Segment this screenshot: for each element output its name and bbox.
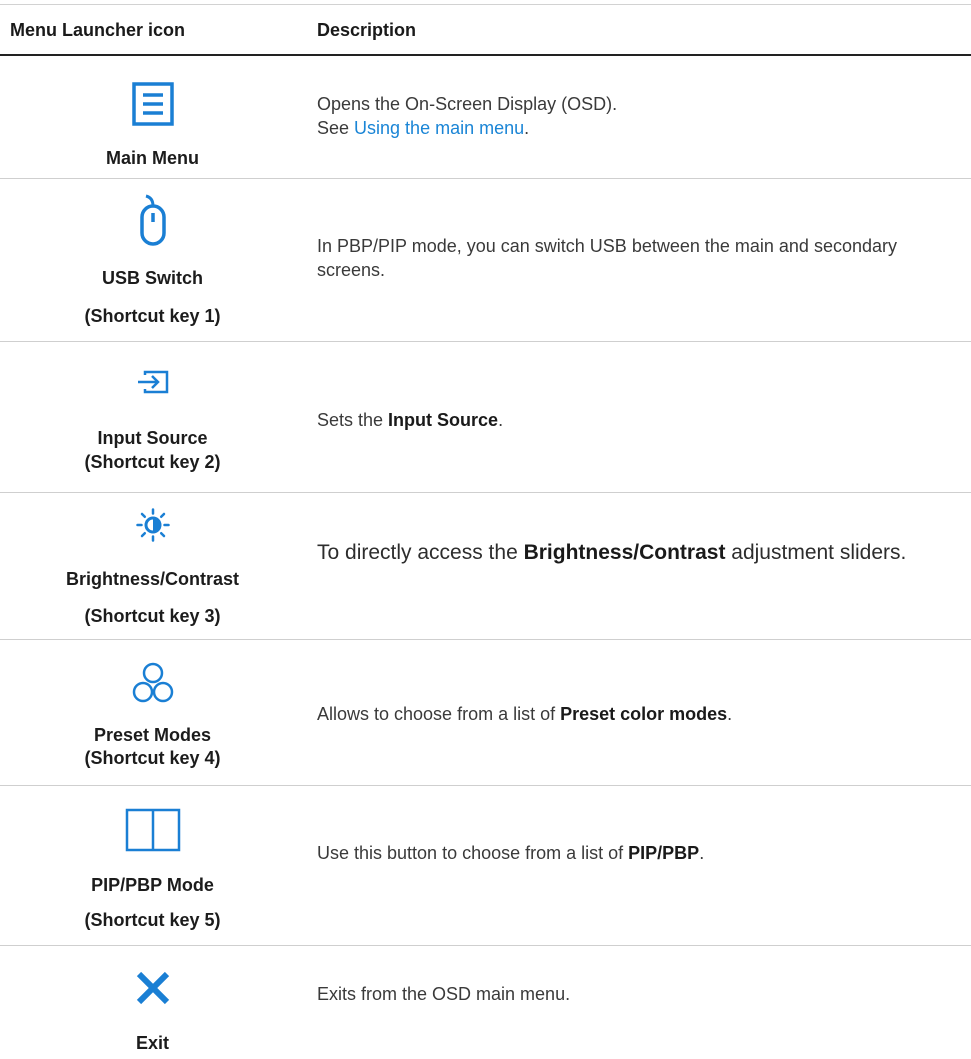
description-exit: Exits from the OSD main menu. [317,984,571,1004]
table-row-preset-modes: Preset Modes (Shortcut key 4) Allows to … [0,640,971,786]
icon-sublabel-usb-switch: (Shortcut key 1) [84,306,221,326]
preset-modes-icon [0,662,305,706]
icon-label-input-source: Input Source [97,428,208,448]
icon-label-pip-pbp: PIP/PBP Mode [91,875,214,895]
icon-label-main-menu: Main Menu [106,148,199,168]
close-x-icon [0,971,305,1005]
table-row-input-source: Input Source (Shortcut key 2) Sets the I… [0,342,971,493]
icon-sublabel-brightness-contrast: (Shortcut key 3) [84,606,221,626]
using-main-menu-link[interactable]: Using the main menu [354,118,524,138]
description-preset-modes: Allows to choose from a list of Preset c… [317,704,733,724]
mouse-icon [0,194,305,246]
table-row-brightness-contrast: Brightness/Contrast (Shortcut key 3) To … [0,493,971,640]
icon-label-exit: Exit [135,1033,169,1053]
description-pip-pbp: Use this button to choose from a list of… [317,843,705,863]
icon-label-brightness-contrast: Brightness/Contrast [65,569,240,589]
icon-sublabel-pip-pbp: (Shortcut key 5) [84,910,221,930]
description-main-menu: Opens the On-Screen Display (OSD). See U… [317,94,618,138]
brightness-contrast-icon [0,508,305,542]
table-row-pip-pbp: PIP/PBP Mode (Shortcut key 5) Use this b… [0,786,971,946]
icon-sublabel-input-source: (Shortcut key 2) [84,452,221,472]
description-input-source: Sets the Input Source. [317,410,504,430]
table-row-exit: Exit Exits from the OSD main menu. [0,946,971,1059]
table-row-main-menu: Main Menu Opens the On-Screen Display (O… [0,56,971,179]
header-icon-column: Menu Launcher icon [10,20,186,40]
table-row-usb-switch: USB Switch (Shortcut key 1) In PBP/PIP m… [0,179,971,342]
input-source-icon [0,370,305,394]
pip-pbp-icon [0,808,305,852]
description-brightness-contrast: To directly access the Brightness/Contra… [317,541,907,564]
icon-label-preset-modes: Preset Modes [93,725,212,745]
header-description-column: Description [317,20,417,40]
menu-list-icon [0,82,305,126]
icon-sublabel-preset-modes: (Shortcut key 4) [84,748,221,768]
description-usb-switch: In PBP/PIP mode, you can switch USB betw… [317,236,897,280]
icon-label-usb-switch: USB Switch [101,268,203,288]
table-header: Menu Launcher icon Description [0,0,971,56]
